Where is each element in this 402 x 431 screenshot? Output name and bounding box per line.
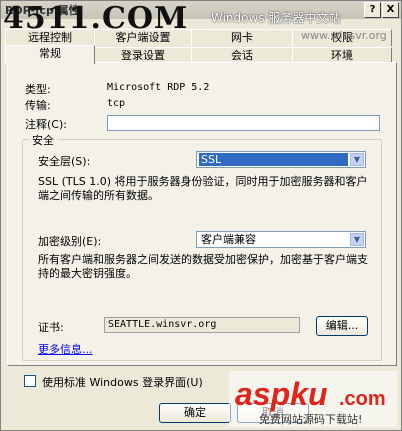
encryption-level-value: 客户端兼容 — [201, 233, 256, 246]
encryption-level-description: 所有客户端和服务器之间发送的数据受加密保护，加密基于客户端支持的最大密钥强度。 — [38, 253, 368, 280]
ok-button[interactable]: 确定 — [159, 403, 231, 423]
chevron-down-icon[interactable]: ▼ — [350, 233, 364, 246]
more-info-link[interactable]: 更多信息... — [38, 341, 93, 357]
security-layer-description: SSL (TLS 1.0) 将用于服务器身份验证，同时用于加密服务器和客户端之间… — [38, 175, 368, 202]
tab-general[interactable]: 常规 — [5, 45, 95, 64]
watermark-site-cn: Windows 服务器中文站 — [211, 11, 341, 25]
use-standard-logon-checkbox[interactable] — [24, 375, 36, 387]
type-label: 类型: — [25, 83, 51, 96]
encryption-level-label: 加密级别(E): — [38, 235, 102, 248]
certificate-label: 证书: — [38, 321, 64, 334]
security-layer-value: SSL — [199, 153, 348, 166]
security-layer-label: 安全层(S): — [38, 155, 91, 168]
use-standard-logon-label: 使用标准 Windows 登录界面(U) — [42, 376, 203, 389]
properties-dialog: RDP-Tcp 属性 ? X 4511.COM Windows 服务器中文站 远… — [0, 0, 402, 431]
tab-network-adapter[interactable]: 网卡 — [191, 29, 293, 46]
comment-label: 注释(C): — [25, 118, 67, 131]
logo-suffix: .com — [339, 388, 386, 410]
tab-remote-control[interactable]: 远程控制 — [5, 29, 95, 46]
watermark-site-url: www.winsvr.org — [301, 29, 387, 42]
aspku-logo: aspku .com 免费网站源码下载站! — [229, 371, 397, 427]
transport-label: 传输: — [25, 99, 51, 112]
close-button[interactable]: X — [382, 2, 399, 18]
certificate-field: SEATTLE.winsvr.org — [104, 317, 300, 333]
security-group-label: 安全 — [29, 132, 57, 148]
security-layer-select[interactable]: SSL ▼ — [196, 151, 366, 168]
chevron-down-icon[interactable]: ▼ — [350, 153, 364, 166]
logo-slogan: 免费网站源码下载站! — [259, 412, 362, 426]
help-button[interactable]: ? — [364, 2, 381, 18]
comment-input[interactable] — [107, 115, 380, 131]
edit-certificate-button[interactable]: 编辑... — [316, 316, 368, 336]
type-value: Microsoft RDP 5.2 — [107, 82, 210, 93]
encryption-level-select[interactable]: 客户端兼容 ▼ — [196, 231, 366, 248]
logo-brand: aspku — [235, 376, 327, 412]
transport-value: tcp — [107, 98, 126, 109]
tab-client-settings[interactable]: 客户端设置 — [94, 29, 192, 46]
